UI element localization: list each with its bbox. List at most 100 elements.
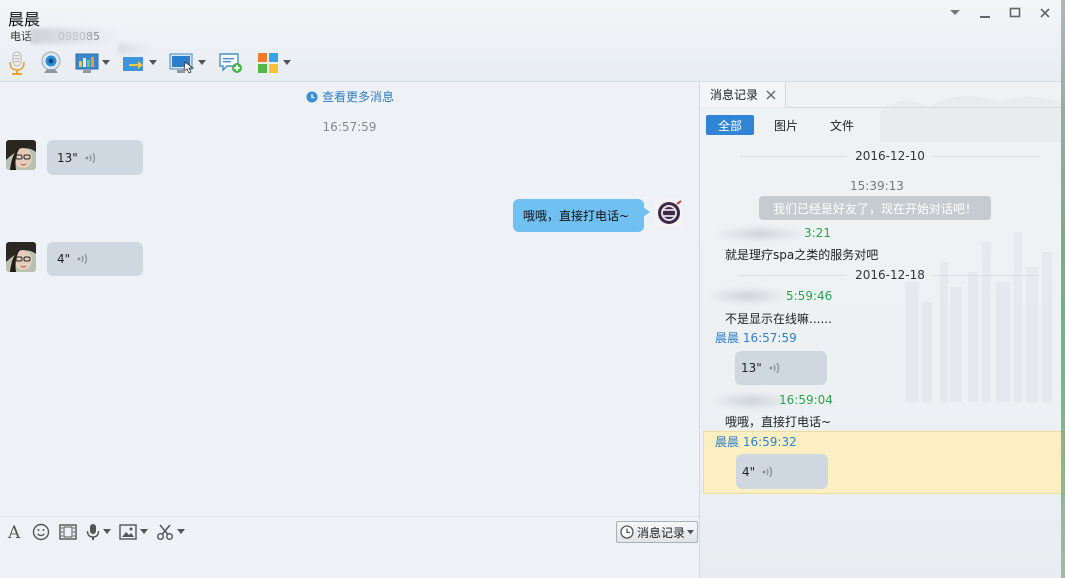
phone-label: 电话 xyxy=(10,30,32,43)
history-voice-bubble[interactable]: 13" xyxy=(735,351,827,385)
history-button-label: 消息记录 xyxy=(637,525,686,540)
video-clip-button[interactable] xyxy=(58,523,78,541)
system-message: 我们已经是好友了，现在开始对话吧！ xyxy=(759,196,991,220)
history-message-text: 就是理疗spa之类的服务对吧 xyxy=(725,248,879,262)
voice-duration: 13" xyxy=(57,150,78,165)
chevron-down-icon xyxy=(102,60,110,65)
sender-line: 晨晨 16:57:59 xyxy=(715,329,797,346)
date-separator: 2016-12-18 xyxy=(740,268,1040,282)
message-input-area[interactable]: A 消息记录 xyxy=(0,516,699,578)
contact-avatar[interactable] xyxy=(6,242,36,272)
close-button[interactable] xyxy=(1033,3,1057,23)
sender-time: 16:57:59 xyxy=(742,331,797,345)
chat-messages-area[interactable]: 查看更多消息 16:57:59 13" 哦哦，直接打电话~ 4" xyxy=(0,83,699,516)
view-more-label: 查看更多消息 xyxy=(322,90,395,104)
filter-all[interactable]: 全部 xyxy=(706,115,754,135)
minimize-icon xyxy=(980,16,990,18)
avatar-image xyxy=(6,242,36,272)
contact-avatar[interactable] xyxy=(6,140,36,170)
microphone-icon xyxy=(86,524,100,540)
image-icon xyxy=(119,524,137,540)
maximize-icon xyxy=(1009,7,1021,18)
svg-text:A: A xyxy=(7,523,21,541)
redaction-blur xyxy=(30,28,120,44)
apps-button[interactable] xyxy=(253,48,294,78)
webcam-icon xyxy=(41,51,61,73)
highlighted-message[interactable]: 晨晨 16:59:32 4" xyxy=(703,431,1065,494)
sender-name: 晨晨 xyxy=(715,435,740,449)
voice-wave-icon xyxy=(85,152,95,163)
tab-label: 消息记录 xyxy=(710,88,759,102)
voice-duration: 4" xyxy=(57,252,71,266)
message-timestamp: 16:57:59 xyxy=(322,120,377,134)
chat-window: 晨晨 电话098085 xyxy=(0,0,1065,578)
voice-call-button[interactable] xyxy=(4,48,30,78)
scissors-icon xyxy=(157,524,173,540)
redaction-blur xyxy=(706,287,788,305)
date-separator: 2016-12-10 xyxy=(740,149,1040,163)
image-button[interactable] xyxy=(119,524,148,540)
input-toolbar: A xyxy=(6,521,193,543)
voice-wave-icon xyxy=(769,362,779,374)
close-icon[interactable] xyxy=(766,90,776,100)
date-text: 2016-12-10 xyxy=(855,149,925,163)
tab-message-history[interactable]: 消息记录 xyxy=(700,82,786,108)
file-transfer-button[interactable] xyxy=(119,48,160,78)
video-call-button[interactable] xyxy=(36,48,66,78)
voice-duration: 13" xyxy=(741,361,762,375)
maximize-button[interactable] xyxy=(1003,3,1027,23)
new-chat-icon xyxy=(219,53,242,73)
chevron-down-icon xyxy=(149,60,157,65)
sender-line: 晨晨 16:59:32 xyxy=(715,433,797,450)
apps-icon xyxy=(258,53,278,73)
chevron-down-icon xyxy=(950,10,960,15)
filter-images[interactable]: 图片 xyxy=(768,115,804,135)
remote-assist-button[interactable] xyxy=(166,48,209,78)
bubble-tail xyxy=(643,207,650,217)
message-history-button[interactable]: 消息记录 xyxy=(616,521,698,543)
sender-timestamp: 16:59:04 xyxy=(779,393,833,407)
minimize-button[interactable] xyxy=(973,3,997,23)
history-voice-bubble[interactable]: 4" xyxy=(736,454,828,489)
filter-label: 图片 xyxy=(773,118,798,133)
chevron-down-icon xyxy=(177,529,185,534)
voice-message-button[interactable] xyxy=(86,523,111,541)
dropdown-button[interactable] xyxy=(943,3,967,23)
message-history-panel: 消息记录 全部 图片 文件 2016-12-10 15:39:13 我们已经是好… xyxy=(700,82,1065,578)
remote-assist-icon xyxy=(169,53,195,74)
emoji-button[interactable] xyxy=(32,523,50,541)
clock-icon xyxy=(306,91,318,102)
font-button[interactable]: A xyxy=(6,523,24,541)
window-controls xyxy=(943,3,1057,23)
clock-icon xyxy=(620,525,634,539)
emoji-icon xyxy=(32,523,50,541)
screen-share-icon xyxy=(75,53,99,73)
filter-files[interactable]: 文件 xyxy=(824,115,860,135)
voice-message-bubble[interactable]: 4" xyxy=(47,242,143,276)
filter-label: 全部 xyxy=(717,118,742,133)
date-text: 2016-12-18 xyxy=(855,268,925,282)
screen-share-button[interactable] xyxy=(72,48,113,78)
screenshot-button[interactable] xyxy=(156,523,185,541)
window-edge xyxy=(1061,0,1065,578)
voice-message-bubble[interactable]: 13" xyxy=(47,140,143,175)
history-message-text: 哦哦，直接打电话~ xyxy=(725,415,832,429)
new-discussion-button[interactable] xyxy=(215,48,247,78)
close-icon xyxy=(1040,8,1050,18)
window-header: 晨晨 电话098085 xyxy=(0,0,1065,82)
tab-underline xyxy=(786,107,1065,108)
redaction-blur xyxy=(714,226,806,242)
sender-name: 晨晨 xyxy=(715,331,740,345)
chevron-down-icon xyxy=(140,529,148,534)
film-icon xyxy=(59,524,77,540)
chevron-down-icon xyxy=(103,529,111,534)
history-timestamp: 15:39:13 xyxy=(850,179,904,193)
view-more-messages-link[interactable]: 查看更多消息 xyxy=(306,88,394,105)
voice-duration: 4" xyxy=(742,464,756,479)
avatar-image xyxy=(6,140,36,170)
chat-toolbar xyxy=(4,48,300,78)
outgoing-text-bubble[interactable]: 哦哦，直接打电话~ xyxy=(513,199,644,232)
my-avatar[interactable] xyxy=(655,199,683,227)
font-icon: A xyxy=(7,523,21,541)
history-message-text: 不是显示在线嘛...... xyxy=(725,312,832,326)
